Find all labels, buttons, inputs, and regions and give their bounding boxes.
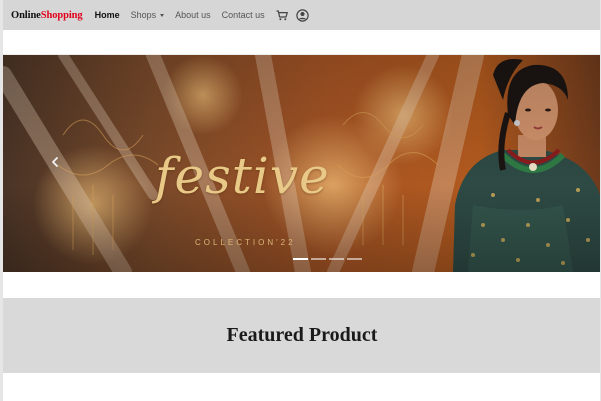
carousel-indicator-1[interactable] [293, 258, 308, 260]
nav-about[interactable]: About us [175, 10, 211, 20]
page-border-left [0, 0, 3, 401]
cart-icon[interactable] [276, 9, 288, 21]
carousel-indicator-4[interactable] [347, 258, 362, 260]
featured-section: Featured Product [3, 298, 601, 373]
banner-headline: festive [155, 147, 330, 205]
brand-text-shopping: Shopping [40, 9, 83, 21]
brand-text-online: Online [11, 9, 41, 21]
user-circle-icon[interactable] [295, 8, 309, 22]
caret-down-icon [160, 14, 165, 18]
top-spacer [0, 30, 601, 55]
brand-logo[interactable]: OnlineShopping [11, 10, 83, 21]
nav-shops-dropdown[interactable]: Shops [131, 10, 165, 20]
hero-carousel: festive COLLECTION'22 [3, 55, 600, 272]
featured-title: Featured Product [226, 324, 378, 346]
nav-home[interactable]: Home [95, 10, 120, 20]
carousel-indicator-3[interactable] [329, 258, 344, 260]
chevron-left-icon [52, 157, 58, 167]
carousel-indicator-2[interactable] [311, 258, 326, 260]
nav-contact[interactable]: Contact us [222, 10, 265, 20]
banner-subline: COLLECTION'22 [195, 238, 296, 247]
navbar: OnlineShopping Home Shops About us Conta… [0, 0, 601, 30]
carousel-indicators [293, 258, 365, 260]
carousel-prev-button[interactable] [43, 150, 67, 174]
nav-shops-label: Shops [130, 10, 157, 20]
nav-links: Home Shops About us Contact us [95, 8, 317, 22]
